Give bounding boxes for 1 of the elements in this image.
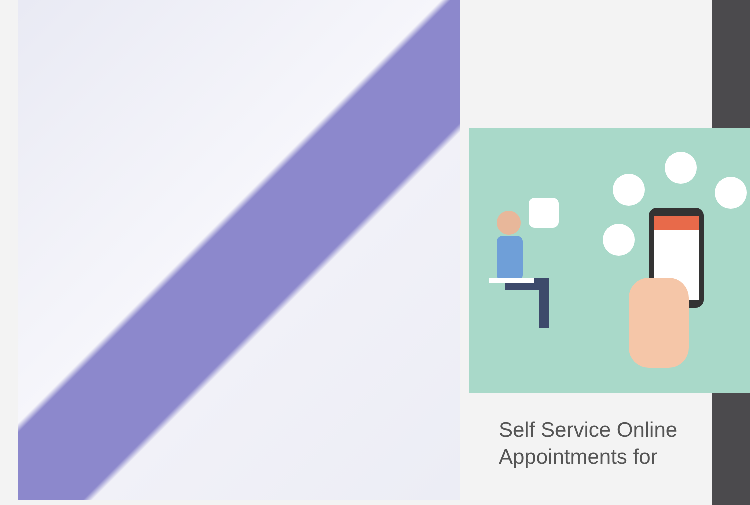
article-title: Self Service Online Appointments for	[499, 418, 679, 471]
